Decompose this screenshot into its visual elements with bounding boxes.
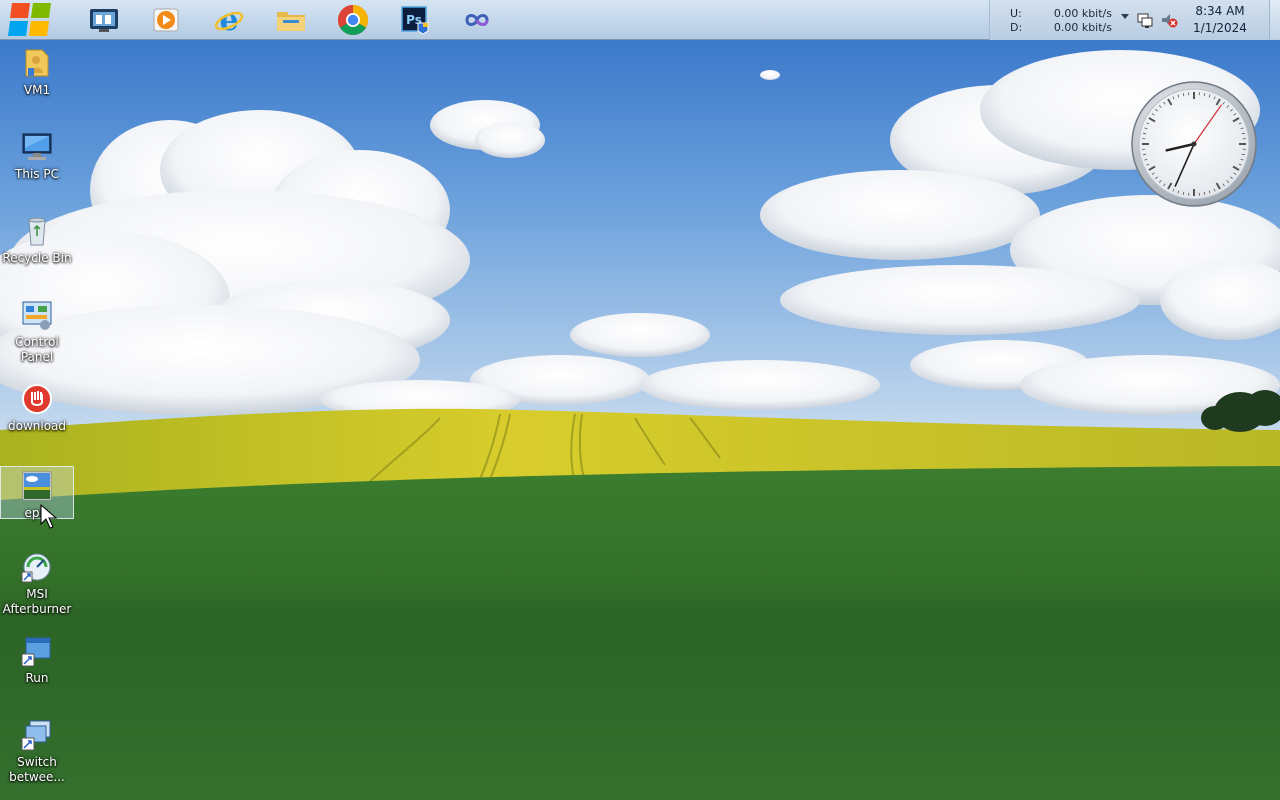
speaker-muted-icon[interactable] (1160, 11, 1178, 29)
taskbar-file-explorer[interactable] (267, 2, 315, 38)
desktop-icon-control-panel[interactable]: Control Panel (0, 298, 74, 365)
computer-icon (22, 133, 52, 160)
desktop-icon-switch-windows[interactable]: Switch betwee... (0, 718, 74, 785)
desktop-icon-label: epic (24, 506, 50, 520)
taskbar-media-player[interactable] (142, 2, 190, 38)
run-shortcut-icon (21, 637, 51, 667)
download-label: D: (1010, 21, 1023, 34)
desktop-icon-vm1[interactable]: VM1 (0, 46, 74, 98)
desktop-icon-msi-afterburner[interactable]: MSI Afterburner (0, 550, 74, 617)
show-hidden-icons-button[interactable] (1121, 14, 1129, 19)
media-player-icon (153, 8, 179, 32)
internet-explorer-icon: e (214, 5, 244, 35)
desktop-icon-label: MSI Afterburner (2, 587, 72, 616)
server-manager-icon (90, 9, 118, 32)
taskbar-photoshop[interactable]: Ps (391, 2, 439, 38)
download-speed: 0.00 kbit/s (1053, 21, 1112, 34)
clock-time: 8:34 AM (1195, 4, 1245, 18)
desktop-wallpaper (0, 0, 1280, 800)
control-panel-icon (22, 301, 52, 330)
msi-afterburner-icon (21, 553, 51, 583)
desktop-icon-label: download (7, 419, 67, 433)
chrome-icon (337, 4, 369, 36)
net-meter-values: 0.00 kbit/s 0.00 kbit/s (1050, 7, 1112, 35)
download-app-icon (22, 384, 52, 414)
switch-windows-icon (21, 720, 51, 751)
network-icon[interactable] (1136, 11, 1154, 29)
taskbar-internet-explorer[interactable]: e (205, 2, 253, 38)
infinity-link-icon (465, 14, 489, 26)
clock-date: 1/1/2024 (1193, 21, 1247, 35)
taskbar-remote-desktop[interactable] (453, 2, 501, 38)
desktop-icon-download[interactable]: download (0, 382, 74, 434)
desktop-icon-label: VM1 (23, 83, 51, 97)
desktop-icon-this-pc[interactable]: This PC (0, 130, 74, 182)
net-meter-labels: U: D: (1010, 7, 1022, 35)
windows-logo-icon (8, 3, 51, 36)
start-button[interactable] (4, 0, 64, 41)
taskbar-chrome[interactable] (329, 2, 377, 38)
folder-icon (277, 12, 305, 31)
svg-text:e: e (219, 5, 238, 35)
system-tray: U: D: 0.00 kbit/s 0.00 kbit/s 8:34 AM 1/… (989, 0, 1280, 40)
mouse-cursor (40, 504, 58, 529)
taskbar-server-manager[interactable] (80, 2, 128, 38)
upload-label: U: (1010, 7, 1022, 20)
photoshop-icon: Ps (401, 6, 429, 35)
desktop-icon-run[interactable]: Run (0, 634, 74, 686)
upload-speed: 0.00 kbit/s (1053, 7, 1112, 20)
taskbar-clock[interactable]: 8:34 AM 1/1/2024 (1180, 3, 1260, 37)
image-file-icon (22, 471, 52, 501)
desktop-icon-label: Switch betwee... (9, 755, 65, 784)
show-desktop-button[interactable] (1269, 0, 1280, 39)
recycle-bin-icon (28, 217, 46, 246)
desktop-icon-epic[interactable]: epic (0, 466, 74, 520)
desktop-icon-recycle-bin[interactable]: Recycle Bin (0, 214, 74, 266)
taskbar: e Ps U: D: 0.00 kbit/s 0.00 kbit/s 8:34 … (0, 0, 1280, 40)
desktop-icon-label: This PC (15, 167, 59, 181)
desktop-icon-label: Recycle Bin (2, 251, 72, 265)
clock-gadget[interactable] (1130, 80, 1258, 208)
desktop-icon-label: Run (25, 671, 49, 685)
user-folder-icon (25, 49, 49, 77)
desktop-icon-label: Control Panel (15, 335, 59, 364)
